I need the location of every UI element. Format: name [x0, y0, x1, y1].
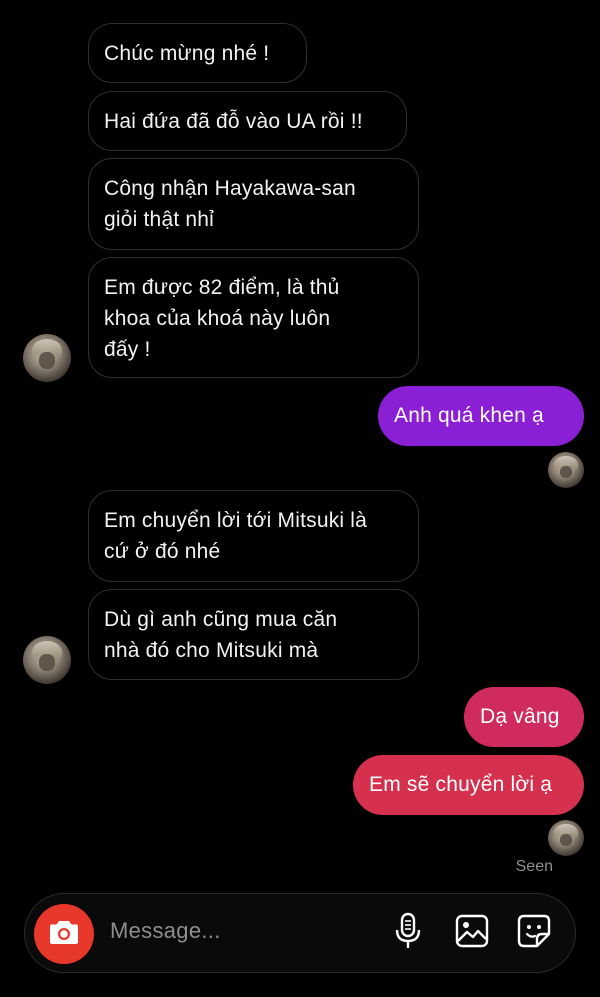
contact-avatar[interactable]	[23, 334, 71, 382]
message-bubble-incoming[interactable]: Công nhận Hayakawa-san giỏi thật nhỉ	[88, 158, 419, 250]
contact-avatar[interactable]	[23, 636, 71, 684]
gallery-button[interactable]	[452, 913, 492, 953]
message-bubble-incoming[interactable]: Chúc mừng nhé !	[88, 23, 307, 83]
camera-icon	[49, 919, 79, 950]
microphone-button[interactable]	[388, 912, 428, 955]
message-bubble-outgoing[interactable]: Anh quá khen ạ	[378, 386, 584, 446]
message-bubble-incoming[interactable]: Em chuyển lời tới Mitsuki là cứ ở đó nhé	[88, 490, 419, 582]
avatar-image	[38, 352, 56, 369]
message-bubble-incoming[interactable]: Em được 82 điểm, là thủ khoa của khoá nà…	[88, 257, 419, 378]
message-bubble-incoming[interactable]: Dù gì anh cũng mua căn nhà đó cho Mitsuk…	[88, 589, 419, 680]
avatar-image	[559, 465, 573, 478]
message-composer: Message...	[24, 893, 576, 973]
microphone-icon	[394, 912, 422, 955]
message-bubble-outgoing[interactable]: Dạ vâng	[464, 687, 584, 747]
avatar-image	[38, 654, 56, 671]
message-bubble-incoming[interactable]: Hai đứa đã đỗ vào UA rồi !!	[88, 91, 407, 151]
user-avatar[interactable]	[548, 452, 584, 488]
avatar-image	[559, 833, 573, 846]
sticker-button[interactable]	[514, 913, 554, 953]
camera-button[interactable]	[34, 904, 94, 964]
gallery-icon	[454, 913, 490, 954]
seen-status: Seen	[515, 858, 553, 875]
message-bubble-outgoing[interactable]: Em sẽ chuyển lời ạ	[353, 755, 584, 815]
message-input[interactable]: Message...	[110, 918, 221, 944]
user-avatar[interactable]	[548, 820, 584, 856]
sticker-icon	[516, 913, 552, 954]
